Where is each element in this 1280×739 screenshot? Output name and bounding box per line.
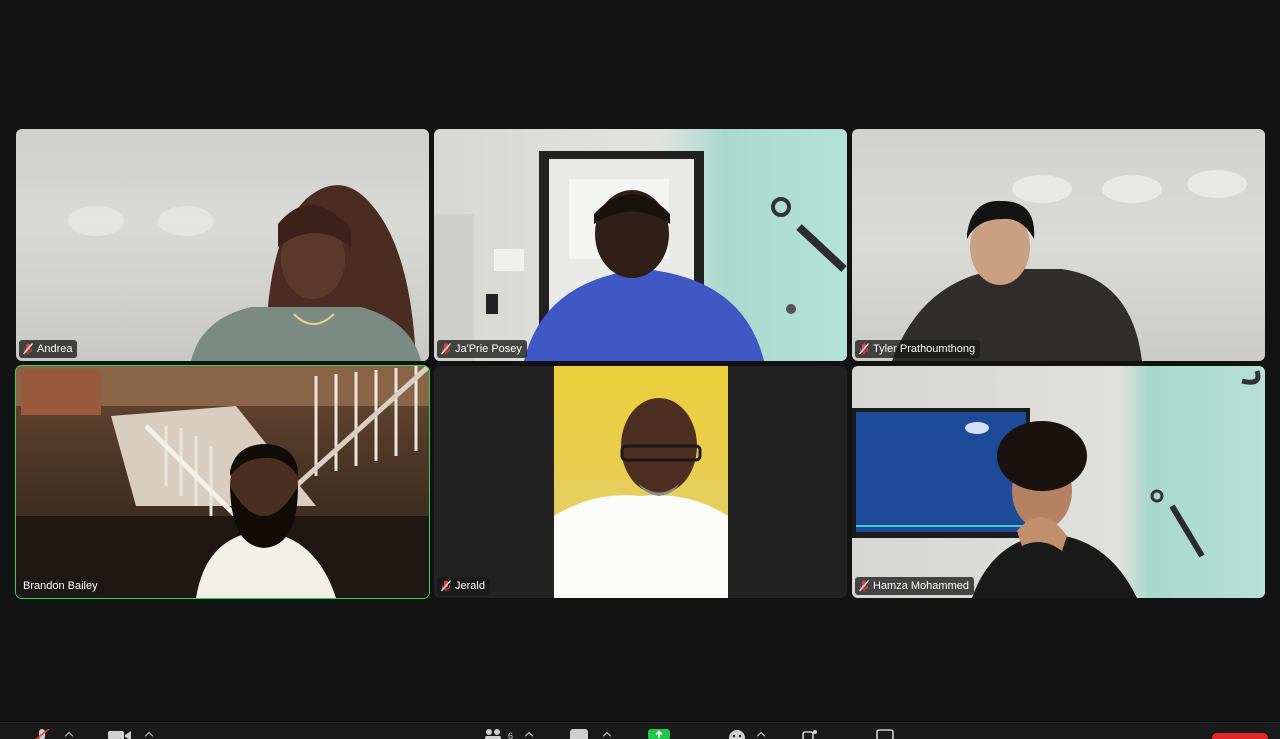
end-meeting-button[interactable] — [1212, 733, 1268, 739]
video-button[interactable] — [108, 729, 158, 739]
chat-options-chevron-icon[interactable] — [602, 731, 612, 739]
video-camera-icon — [108, 731, 131, 739]
participants-count: 6 — [508, 731, 514, 739]
video-feed-andrea — [16, 129, 429, 361]
participants-options-chevron-icon[interactable] — [524, 731, 534, 739]
name-tag: Ja'Prie Posey — [437, 340, 527, 358]
participant-name: Tyler Prathoumthong — [873, 343, 976, 355]
jerald-portrait — [554, 398, 728, 598]
video-tile-jerald[interactable]: Jerald — [434, 366, 847, 598]
reactions-options-chevron-icon[interactable] — [756, 731, 766, 739]
meeting-stage: Andrea Ja'Prie Posey Tyler Prathoumthong… — [0, 0, 1280, 739]
participant-name: Brandon Bailey — [23, 580, 98, 592]
video-tile-tyler-prathoumthong[interactable]: Tyler Prathoumthong — [852, 129, 1265, 361]
video-feed-japrie-posey — [434, 129, 847, 361]
microphone-muted-icon — [34, 729, 50, 739]
participants-button[interactable]: 6 — [484, 729, 540, 739]
muted-mic-icon — [23, 343, 33, 355]
chat-button[interactable] — [570, 729, 616, 739]
apps-button[interactable] — [802, 729, 820, 739]
muted-mic-icon — [441, 343, 451, 355]
video-feed-brandon-bailey — [16, 366, 429, 598]
video-tile-brandon-bailey[interactable]: Brandon Bailey — [15, 365, 430, 599]
muted-mic-icon — [441, 580, 451, 592]
video-tile-japrie-posey[interactable]: Ja'Prie Posey — [434, 129, 847, 361]
whiteboard-button[interactable] — [876, 729, 894, 739]
participant-name: Jerald — [455, 580, 485, 592]
chat-icon — [570, 729, 588, 739]
video-tile-andrea[interactable]: Andrea — [16, 129, 429, 361]
name-tag: Jerald — [437, 577, 490, 595]
participant-name: Hamza Mohammed — [873, 580, 969, 592]
muted-mic-icon — [859, 580, 869, 592]
video-feed-jerald — [554, 366, 728, 598]
share-screen-icon — [648, 729, 670, 739]
video-feed-tyler-prathoumthong — [852, 129, 1265, 361]
name-tag: Tyler Prathoumthong — [855, 340, 981, 358]
name-tag: Andrea — [19, 340, 78, 358]
whiteboard-icon — [876, 729, 894, 739]
video-tile-hamza-mohammed[interactable]: Hamza Mohammed — [852, 366, 1265, 598]
meeting-toolbar: 6 — [0, 722, 1280, 739]
video-options-chevron-icon[interactable] — [144, 731, 154, 739]
name-tag: Hamza Mohammed — [855, 577, 974, 595]
video-feed-hamza-mohammed — [852, 366, 1265, 598]
reactions-button[interactable] — [728, 729, 770, 739]
participant-name: Andrea — [37, 343, 73, 355]
share-screen-button[interactable] — [648, 729, 670, 739]
participant-name: Ja'Prie Posey — [455, 343, 522, 355]
mute-button[interactable] — [34, 729, 84, 739]
muted-mic-icon — [859, 343, 869, 355]
name-tag: Brandon Bailey — [19, 577, 103, 595]
mute-options-chevron-icon[interactable] — [64, 731, 74, 739]
reactions-icon — [729, 730, 745, 739]
participants-icon — [485, 729, 501, 739]
apps-icon — [802, 730, 817, 739]
